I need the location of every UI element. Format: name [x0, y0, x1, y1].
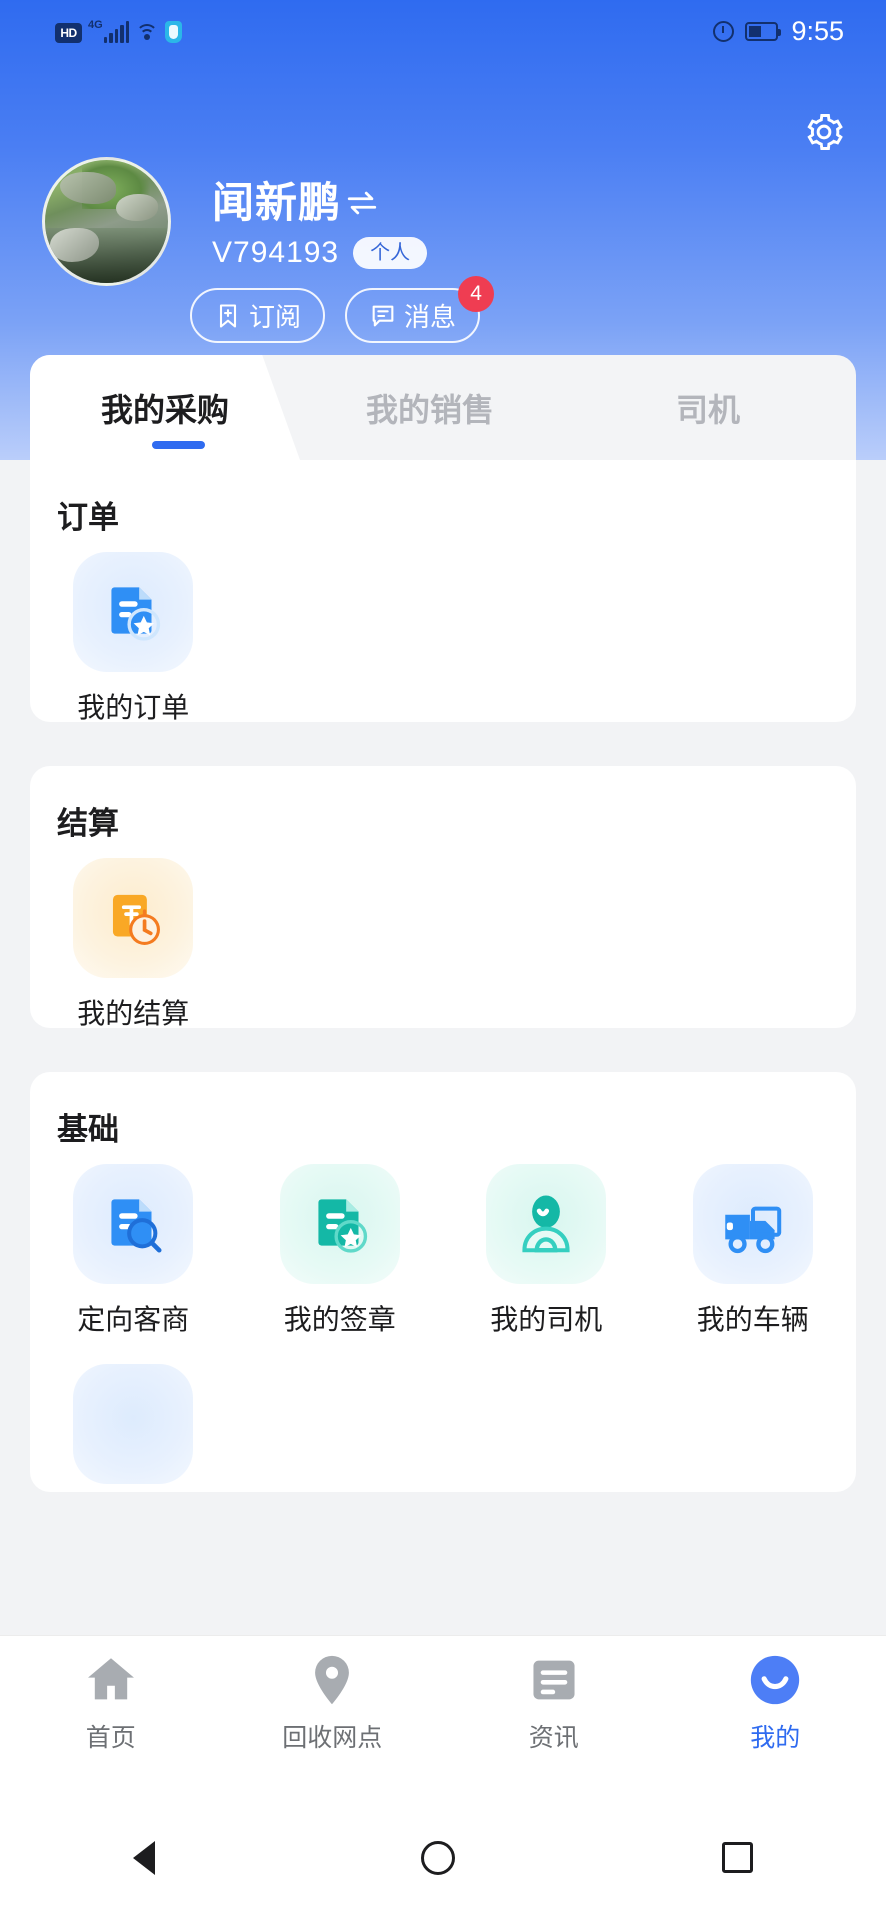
status-badge: 个人 [353, 237, 428, 269]
message-badge-count: 4 [458, 276, 495, 312]
signal-bars [103, 20, 130, 43]
section-card-basic: 基础 定向客商 我的签章 我的司机 我的车辆 [30, 1072, 856, 1492]
bookmark-plus-icon [214, 302, 242, 330]
active-tab-underline [152, 441, 205, 449]
grid-item-my-seal[interactable]: 我的签章 [237, 1164, 444, 1338]
message-button[interactable]: 消息 4 [345, 276, 495, 343]
nav-item-label: 资讯 [528, 1724, 579, 1752]
wifi-icon [135, 23, 159, 43]
grid-item-label: 定向客商 [77, 1304, 190, 1335]
home-icon [80, 1649, 142, 1711]
page-title: 闻新鹏 [212, 179, 342, 226]
swap-arrows-icon[interactable] [345, 186, 379, 220]
document-star-icon [73, 552, 194, 672]
battery-icon [745, 21, 782, 41]
username-row[interactable]: 闻新鹏 [212, 182, 379, 224]
status-bar-left: HD 4G [55, 18, 183, 43]
avatar[interactable] [42, 157, 171, 286]
section-title: 结算 [57, 806, 119, 841]
section-divider [0, 1028, 886, 1050]
subscribe-button[interactable]: 订阅 [190, 288, 326, 343]
grid-item-my-vehicle[interactable]: 我的车辆 [650, 1164, 857, 1338]
user-id: V794193 [212, 236, 340, 269]
grid-item-label: 我的司机 [490, 1304, 603, 1335]
profile-smiley-icon [744, 1649, 806, 1711]
tab-my-sales[interactable]: 我的销售 [300, 355, 560, 460]
user-id-row: V794193 个人 [212, 236, 428, 270]
tab-label: 司机 [675, 391, 740, 428]
signal-icon: 4G [88, 18, 130, 43]
status-bar: HD 4G 9:55 [0, 0, 886, 62]
nav-item-recycling-points[interactable]: 回收网点 [222, 1636, 444, 1754]
news-icon [523, 1649, 585, 1711]
alarm-icon [713, 20, 735, 42]
back-triangle-icon[interactable] [133, 1840, 156, 1875]
grid-item-label: 我的签章 [283, 1304, 396, 1335]
message-label: 消息 [404, 302, 457, 332]
status-bar-clock: 9:55 [791, 15, 844, 46]
section-divider [0, 722, 886, 744]
section-title: 基础 [57, 1112, 119, 1147]
nav-item-news[interactable]: 资讯 [443, 1636, 665, 1754]
header-action-row: 订阅 消息 4 [190, 276, 495, 343]
grid-item-label: 我的车辆 [696, 1304, 809, 1335]
gear-icon[interactable] [802, 110, 846, 154]
grid-item-directed-customer[interactable]: 定向客商 [30, 1164, 237, 1338]
section-card-orders: 订单 我的订单 [30, 460, 856, 723]
tab-bar: 我的采购 我的销售 司机 [30, 355, 856, 460]
grid-item-label: 我的结算 [77, 998, 190, 1029]
driver-person-icon [486, 1164, 607, 1284]
hd-icon: HD [55, 22, 82, 43]
nav-item-home[interactable]: 首页 [0, 1636, 222, 1754]
nav-item-label: 回收网点 [282, 1724, 383, 1752]
shield-icon [165, 20, 183, 43]
home-circle-icon[interactable] [421, 1840, 456, 1875]
nav-item-label: 首页 [85, 1724, 136, 1752]
tab-driver[interactable]: 司机 [560, 355, 856, 460]
nav-item-profile[interactable]: 我的 [665, 1636, 886, 1754]
grid-item-my-settlement[interactable]: 我的结算 [30, 858, 237, 1032]
tab-label: 我的采购 [100, 391, 229, 428]
grid-item-partial[interactable] [30, 1364, 237, 1484]
partial-icon [73, 1364, 194, 1484]
section-card-settlement: 结算 我的结算 [30, 766, 856, 1029]
yuan-clock-icon [73, 858, 194, 978]
message-icon [369, 302, 397, 330]
tab-label: 我的销售 [365, 391, 494, 428]
document-search-icon [73, 1164, 194, 1284]
grid-item-my-driver[interactable]: 我的司机 [443, 1164, 650, 1338]
document-seal-icon [279, 1164, 400, 1284]
network-type-label: 4G [88, 18, 103, 31]
phone-screen: HD 4G 9:55 闻新鹏 V794193 个人 订阅 消息 4 我的采购 我… [0, 0, 886, 1920]
location-pin-icon [301, 1649, 363, 1711]
grid-item-label: 我的订单 [77, 692, 190, 723]
status-bar-right: 9:55 [713, 16, 844, 47]
grid-item-my-orders[interactable]: 我的订单 [30, 552, 237, 726]
section-title: 订单 [57, 500, 119, 535]
nav-item-label: 我的 [750, 1724, 801, 1752]
bottom-nav-bar: 首页 回收网点 资讯 我的 [0, 1635, 886, 1795]
truck-icon [692, 1164, 813, 1284]
subscribe-label: 订阅 [249, 302, 302, 332]
system-navigation-bar [0, 1795, 886, 1920]
recents-square-icon[interactable] [721, 1842, 753, 1873]
